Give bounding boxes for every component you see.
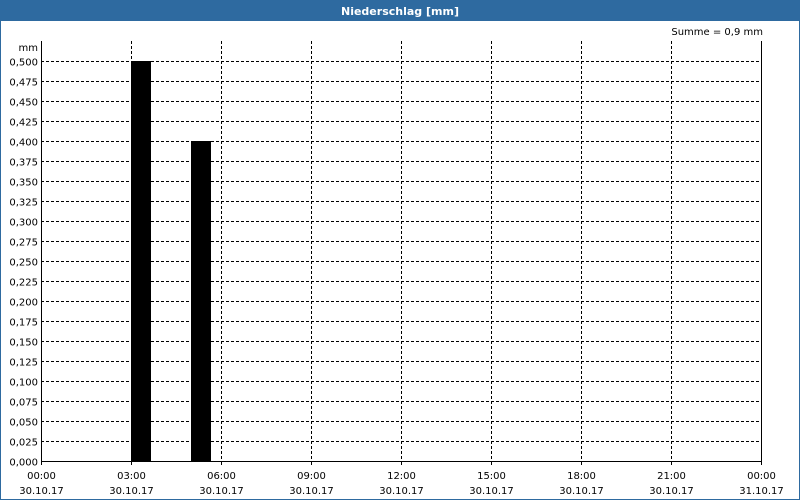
x-tick-date: 30.10.17 <box>379 486 424 497</box>
y-tick-label: 0,225 <box>9 278 38 289</box>
y-tick-label: 0,000 <box>9 458 38 469</box>
x-tick-time: 21:00 <box>657 471 686 482</box>
y-tick-label: 0,075 <box>9 398 38 409</box>
x-tick-time: 09:00 <box>297 471 326 482</box>
x-tick-date: 30.10.17 <box>19 486 64 497</box>
y-tick-label: 0,100 <box>9 378 38 389</box>
chart-window: Niederschlag [mm] Summe = 0,9 mm 0,000 0,… <box>0 0 800 500</box>
y-tick-label: 0,425 <box>9 118 38 129</box>
x-tick-time: 03:00 <box>117 471 146 482</box>
x-tick-time: 00:00 <box>27 471 56 482</box>
x-tick-date: 30.10.17 <box>109 486 154 497</box>
precipitation-bar <box>131 61 151 461</box>
y-tick-label: 0,050 <box>9 418 38 429</box>
y-tick-label: 0,150 <box>9 338 38 349</box>
x-tick-date: 31.10.17 <box>739 486 784 497</box>
y-tick-label: 0,375 <box>9 158 38 169</box>
y-tick-label: 0,125 <box>9 358 38 369</box>
y-tick-label: 0,400 <box>9 138 38 149</box>
y-tick-label: 0,350 <box>9 178 38 189</box>
y-tick-label: 0,025 <box>9 438 38 449</box>
x-tick-time: 15:00 <box>477 471 506 482</box>
x-tick-date: 30.10.17 <box>199 486 244 497</box>
y-tick-label: 0,500 <box>9 58 38 69</box>
x-tick-time: 18:00 <box>567 471 596 482</box>
y-tick-label: 0,175 <box>9 318 38 329</box>
y-tick-label: 0,275 <box>9 238 38 249</box>
x-tick-date: 30.10.17 <box>559 486 604 497</box>
x-tick-time: 06:00 <box>207 471 236 482</box>
y-tick-label: 0,475 <box>9 78 38 89</box>
x-tick-time: 12:00 <box>387 471 416 482</box>
y-tick-label: 0,450 <box>9 98 38 109</box>
x-tick-time: 00:00 <box>747 471 776 482</box>
precipitation-bar <box>191 141 211 461</box>
y-tick-label: 0,300 <box>9 218 38 229</box>
y-tick-label: 0,250 <box>9 258 38 269</box>
y-tick-label: 0,200 <box>9 298 38 309</box>
x-tick-date: 30.10.17 <box>469 486 514 497</box>
y-tick-label: 0,325 <box>9 198 38 209</box>
x-tick-date: 30.10.17 <box>289 486 334 497</box>
x-tick-date: 30.10.17 <box>649 486 694 497</box>
y-axis-unit: mm <box>19 43 38 54</box>
precipitation-chart: 0,000 0,025 0,050 0,075 0,100 0,125 0,150 0,175… <box>9 41 784 497</box>
